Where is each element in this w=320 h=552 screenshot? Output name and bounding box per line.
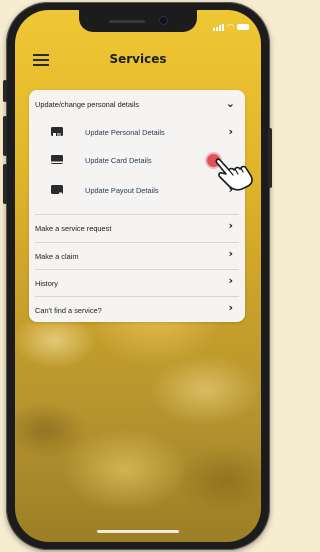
home-indicator bbox=[97, 530, 179, 533]
update-details-label: Update/change personal details bbox=[35, 100, 139, 109]
chevron-right-icon: › bbox=[228, 274, 233, 287]
chevron-down-icon: ⌄ bbox=[225, 97, 235, 110]
update-card-details-label: Update Card Details bbox=[85, 156, 152, 165]
make-service-request-row[interactable]: Make a service request › bbox=[29, 216, 245, 240]
services-card: Update/change personal details ⌄ Update … bbox=[29, 90, 245, 322]
app-header: Services bbox=[15, 44, 261, 78]
battery-icon bbox=[236, 24, 249, 30]
volume-up-button bbox=[3, 116, 7, 156]
cant-find-service-label: Can't find a service? bbox=[35, 306, 102, 315]
divider bbox=[35, 242, 239, 243]
mute-switch bbox=[3, 80, 7, 102]
wallet-icon bbox=[51, 185, 63, 195]
chevron-right-icon: › bbox=[228, 125, 233, 138]
signal-icon bbox=[213, 23, 224, 31]
status-bar: ◠ bbox=[213, 23, 251, 31]
speaker-grille bbox=[109, 20, 145, 23]
chevron-right-icon: › bbox=[228, 301, 233, 314]
wifi-icon: ◠ bbox=[227, 22, 234, 31]
id-card-icon bbox=[51, 127, 63, 137]
make-service-request-label: Make a service request bbox=[35, 224, 112, 233]
history-label: History bbox=[35, 279, 58, 288]
chevron-right-icon: › bbox=[228, 219, 233, 232]
update-personal-details-label: Update Personal Details bbox=[85, 128, 165, 137]
divider bbox=[35, 214, 239, 215]
cant-find-service-row[interactable]: Can't find a service? › bbox=[29, 298, 245, 322]
update-payout-details-label: Update Payout Details bbox=[85, 186, 159, 195]
hand-pointer-icon bbox=[215, 158, 253, 191]
history-row[interactable]: History › bbox=[29, 271, 245, 295]
phone-screen: ◠ Services Update/change personal detail… bbox=[15, 10, 261, 542]
chevron-right-icon: › bbox=[228, 247, 233, 260]
update-personal-details-item[interactable]: Update Personal Details › bbox=[29, 120, 245, 142]
front-camera bbox=[159, 16, 168, 25]
make-claim-row[interactable]: Make a claim › bbox=[29, 244, 245, 268]
volume-down-button bbox=[3, 164, 7, 204]
divider bbox=[35, 269, 239, 270]
update-payout-details-item[interactable]: Update Payout Details › bbox=[29, 178, 245, 200]
credit-card-icon bbox=[51, 155, 63, 166]
divider bbox=[35, 296, 239, 297]
power-button bbox=[268, 128, 272, 188]
page-title: Services bbox=[109, 52, 167, 66]
notch bbox=[79, 10, 197, 32]
update-details-toggle[interactable]: Update/change personal details ⌄ bbox=[29, 90, 245, 116]
make-claim-label: Make a claim bbox=[35, 252, 79, 261]
